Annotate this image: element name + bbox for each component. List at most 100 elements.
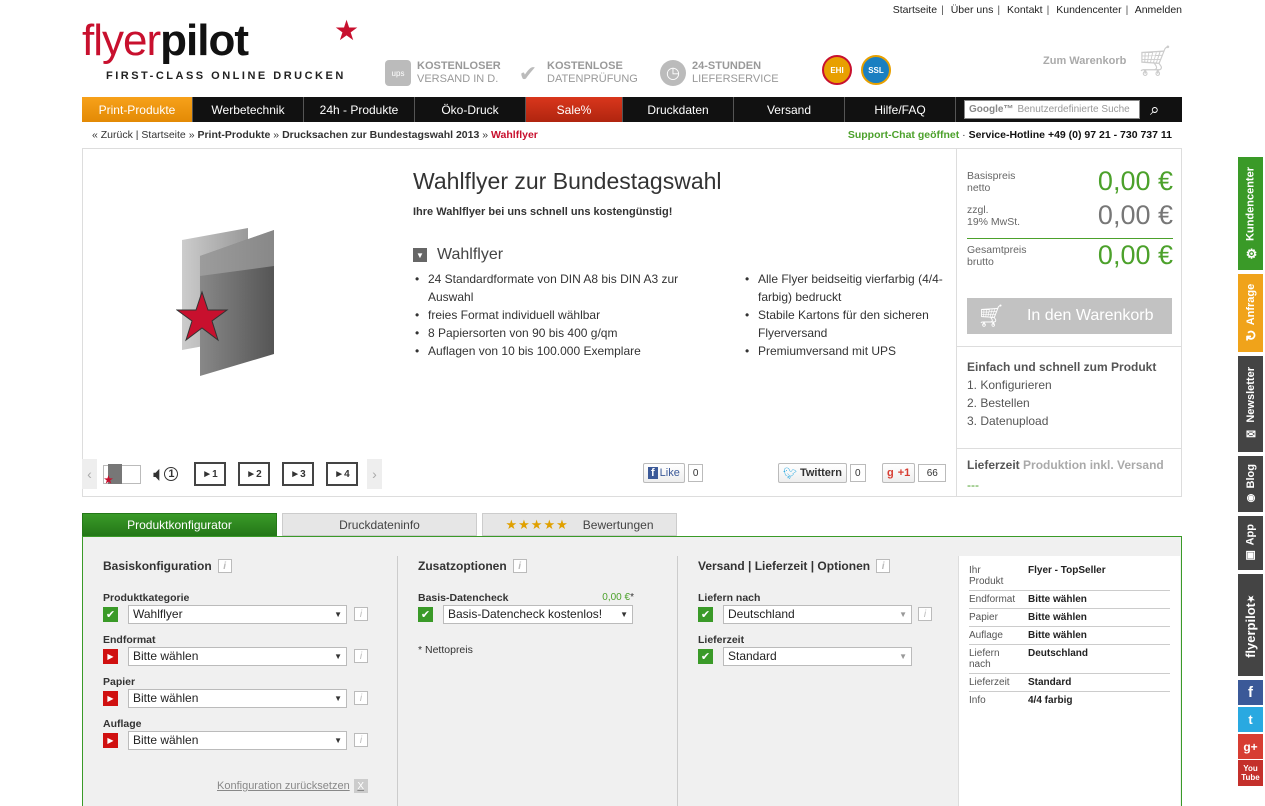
- sidebar-kundencenter[interactable]: ⚙ Kundencenter: [1238, 157, 1263, 270]
- breadcrumb-back[interactable]: « Zurück: [92, 129, 133, 141]
- papier-select[interactable]: Bitte wählen ▼: [128, 688, 347, 708]
- nav-sale[interactable]: Sale%: [526, 97, 623, 122]
- reset-config-link[interactable]: Konfiguration zurücksetzen X: [217, 779, 368, 793]
- datencheck-select[interactable]: Basis-Datencheck kostenlos! ▼: [443, 604, 633, 624]
- nav-oeko-druck[interactable]: Öko-Druck: [415, 97, 526, 122]
- nettopreis-note: * Nettopreis: [418, 644, 473, 656]
- info-icon[interactable]: i: [512, 559, 527, 573]
- ehi-seal[interactable]: EHI: [822, 55, 852, 85]
- sidebar-newsletter[interactable]: ✉ Newsletter: [1238, 356, 1263, 452]
- checkmark-icon: ✔: [518, 60, 538, 86]
- breadcrumb-current: Wahlflyer: [491, 129, 538, 141]
- twitter-share: 🐦︎ Twittern 0: [778, 463, 866, 483]
- sidebar-flyerpilot[interactable]: flyerpilot ★: [1238, 574, 1263, 676]
- produktkategorie-select[interactable]: Wahlflyer ▼: [128, 604, 347, 624]
- field-endformat: Endformat ▶ Bitte wählen ▼ i: [103, 634, 368, 666]
- top-link-anmelden[interactable]: Anmelden: [1135, 4, 1182, 16]
- sidebar-app[interactable]: ▣ App: [1238, 516, 1263, 570]
- auflage-select[interactable]: Bitte wählen ▼: [128, 730, 347, 750]
- nav-24h-produkte[interactable]: 24h - Produkte: [304, 97, 415, 122]
- info-icon[interactable]: i: [354, 733, 368, 747]
- tab-produktkonfigurator[interactable]: Produktkonfigurator: [82, 513, 277, 536]
- info-icon[interactable]: i: [354, 691, 368, 705]
- field-datencheck: Basis-Datencheck 0,00 €* ✔ Basis-Datenche…: [418, 592, 634, 624]
- column-divider: [397, 556, 398, 806]
- product-image[interactable]: [176, 226, 296, 386]
- play-arrow-icon: ▶: [103, 648, 118, 664]
- step-item: 1. Konfigurieren: [967, 378, 1052, 392]
- info-icon[interactable]: i: [876, 559, 891, 573]
- summary-row: Papier Bitte wählen: [969, 609, 1170, 627]
- thumb-video-1[interactable]: ► 1: [191, 456, 229, 492]
- feature-list-right: Alle Flyer beidseitig vierfarbig (4/4-fa…: [743, 270, 943, 360]
- star-icon: ★: [1245, 592, 1255, 603]
- info-icon[interactable]: i: [918, 607, 932, 621]
- cart-link[interactable]: Zum Warenkorb: [1043, 55, 1126, 67]
- product-section[interactable]: ▼ Wahlflyer: [413, 246, 503, 264]
- facebook-icon[interactable]: f: [1238, 680, 1263, 705]
- breadcrumb-l2[interactable]: Drucksachen zur Bundestagswahl 2013: [282, 129, 479, 141]
- facebook-like: f Like 0: [643, 463, 704, 483]
- basis-heading: Basiskonfiguration i: [103, 559, 232, 573]
- nav-druckdaten[interactable]: Druckdaten: [623, 97, 734, 122]
- top-link-startseite[interactable]: Startseite: [893, 4, 937, 16]
- cart-icon[interactable]: 🛒︎: [1136, 44, 1174, 79]
- search-placeholder: Benutzerdefinierte Suche: [1017, 104, 1130, 115]
- top-link-ueber-uns[interactable]: Über uns: [951, 4, 994, 16]
- add-to-cart-button[interactable]: 🛒︎ In den Warenkorb: [967, 298, 1172, 334]
- breadcrumb-l1[interactable]: Print-Produkte: [197, 129, 270, 141]
- info-icon[interactable]: i: [354, 649, 368, 663]
- summary-row: Ihr Produkt Flyer - TopSeller: [969, 562, 1170, 591]
- sidebar-anfrage[interactable]: ↻ Anfrage: [1238, 274, 1263, 352]
- steps-heading: Einfach und schnell zum Produkt: [967, 360, 1157, 374]
- thumb-video-2[interactable]: ► 2: [235, 456, 273, 492]
- twitter-icon[interactable]: t: [1238, 707, 1263, 732]
- youtube-icon[interactable]: You Tube: [1238, 760, 1263, 786]
- facebook-like-button[interactable]: f Like: [643, 463, 685, 483]
- liefern-nach-select[interactable]: Deutschland ▼: [723, 604, 912, 624]
- thumb-prev-arrow-icon[interactable]: ‹: [82, 459, 97, 489]
- thumb-product[interactable]: ★: [103, 464, 141, 486]
- thumb-next-arrow-icon[interactable]: ›: [367, 459, 382, 489]
- thumb-video-3[interactable]: ► 3: [279, 456, 317, 492]
- support-chat-link[interactable]: Support-Chat geöffnet: [848, 129, 959, 141]
- search-icon[interactable]: ⌕: [1144, 97, 1160, 122]
- feature-line1: KOSTENLOSER: [417, 60, 501, 72]
- close-icon: X: [353, 779, 368, 793]
- facebook-icon: f: [648, 467, 658, 479]
- nav-versand[interactable]: Versand: [734, 97, 845, 122]
- top-link-kontakt[interactable]: Kontakt: [1007, 4, 1043, 16]
- endformat-select[interactable]: Bitte wählen ▼: [128, 646, 347, 666]
- info-icon[interactable]: i: [217, 559, 232, 573]
- price-row-total: Gesamtpreis brutto 0,00 €: [967, 240, 1173, 270]
- google-plus-icon[interactable]: g+: [1238, 734, 1263, 759]
- top-link-kundencenter[interactable]: Kundencenter: [1056, 4, 1121, 16]
- info-icon[interactable]: i: [354, 607, 368, 621]
- nav-print-produkte[interactable]: Print-Produkte: [82, 97, 193, 122]
- nav-werbetechnik[interactable]: Werbetechnik: [193, 97, 304, 122]
- film-icon: ► 1: [194, 462, 226, 486]
- list-item: Premiumversand mit UPS: [743, 342, 943, 360]
- lieferzeit-value: ---: [967, 478, 979, 492]
- thumb-video-4[interactable]: ► 4: [323, 456, 361, 492]
- logo-tagline: FIRST-CLASS ONLINE DRUCKEN: [106, 70, 346, 82]
- price-row-mwst: zzgl. 19% MwSt. 0,00 €: [967, 200, 1173, 230]
- search-input[interactable]: Google™ Benutzerdefinierte Suche: [964, 100, 1140, 119]
- nav-hilfe-faq[interactable]: Hilfe/FAQ: [845, 97, 956, 122]
- check-icon: ✔: [418, 606, 433, 622]
- sidebar-blog[interactable]: ◉ Blog: [1238, 456, 1263, 512]
- thumb-audio[interactable]: 🔈︎ 1: [147, 456, 185, 492]
- lieferzeit-select[interactable]: Standard ▼: [723, 646, 912, 666]
- google-plus-icon: g: [887, 467, 894, 479]
- google-plus-share: g +1 66: [882, 463, 947, 483]
- tab-bewertungen[interactable]: ★★★★★ Bewertungen: [482, 513, 677, 536]
- price-row-basis: Basispreis netto 0,00 €: [967, 166, 1173, 196]
- logo[interactable]: flyerpilot ★ FIRST-CLASS ONLINE DRUCKEN: [82, 15, 359, 82]
- tab-druckdateninfo[interactable]: Druckdateninfo: [282, 513, 477, 536]
- plus-one-button[interactable]: g +1: [882, 463, 916, 483]
- ssl-seal[interactable]: SSL: [861, 55, 891, 85]
- like-count: 0: [687, 464, 704, 482]
- breadcrumb-home[interactable]: Startseite: [141, 129, 185, 141]
- check-icon: ✔: [698, 606, 713, 622]
- tweet-button[interactable]: 🐦︎ Twittern: [778, 463, 847, 483]
